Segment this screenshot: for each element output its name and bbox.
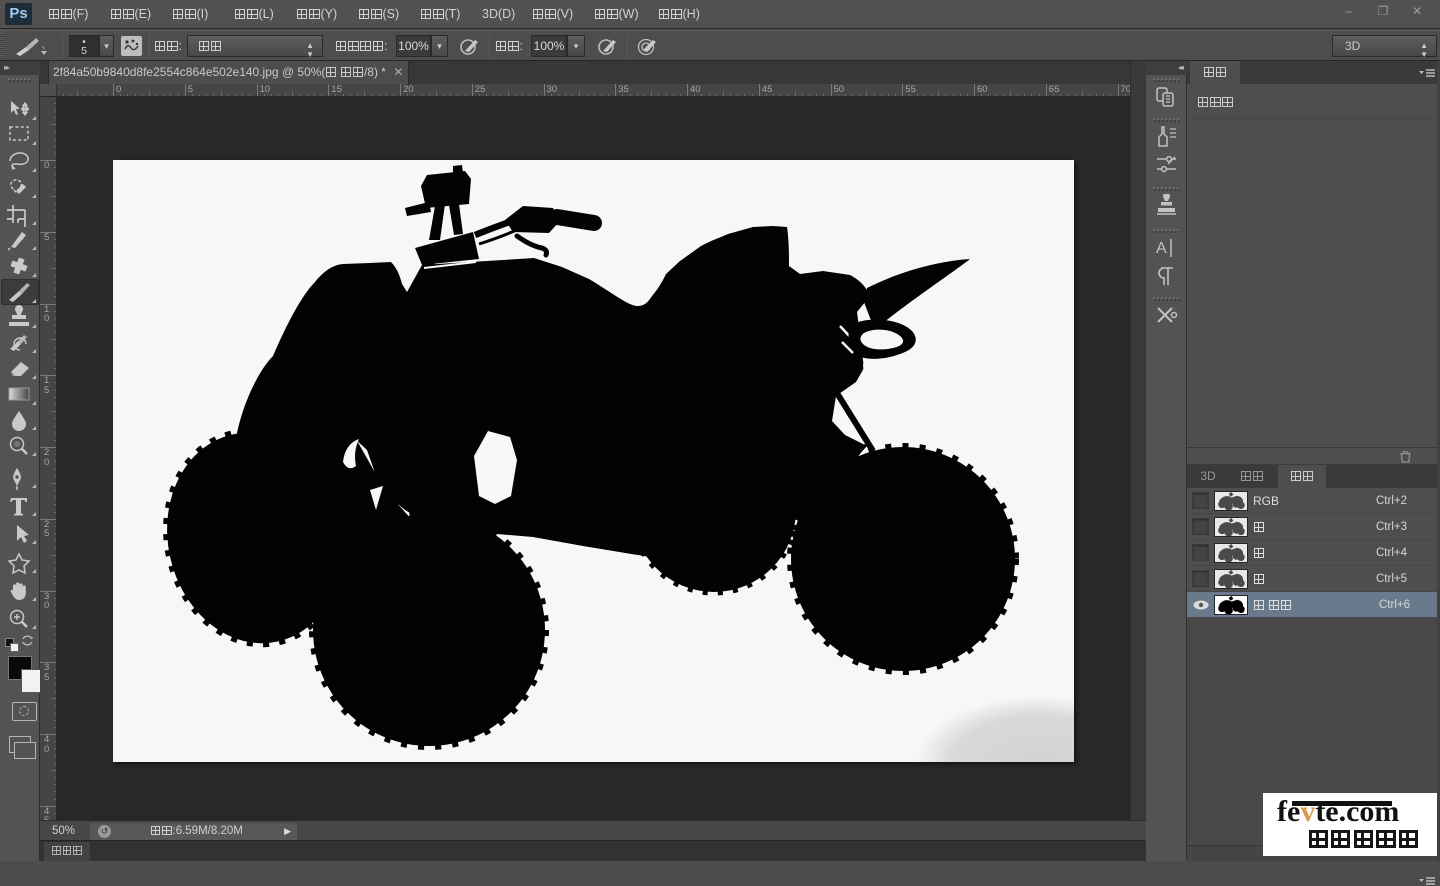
svg-text:A: A [1156, 240, 1167, 257]
